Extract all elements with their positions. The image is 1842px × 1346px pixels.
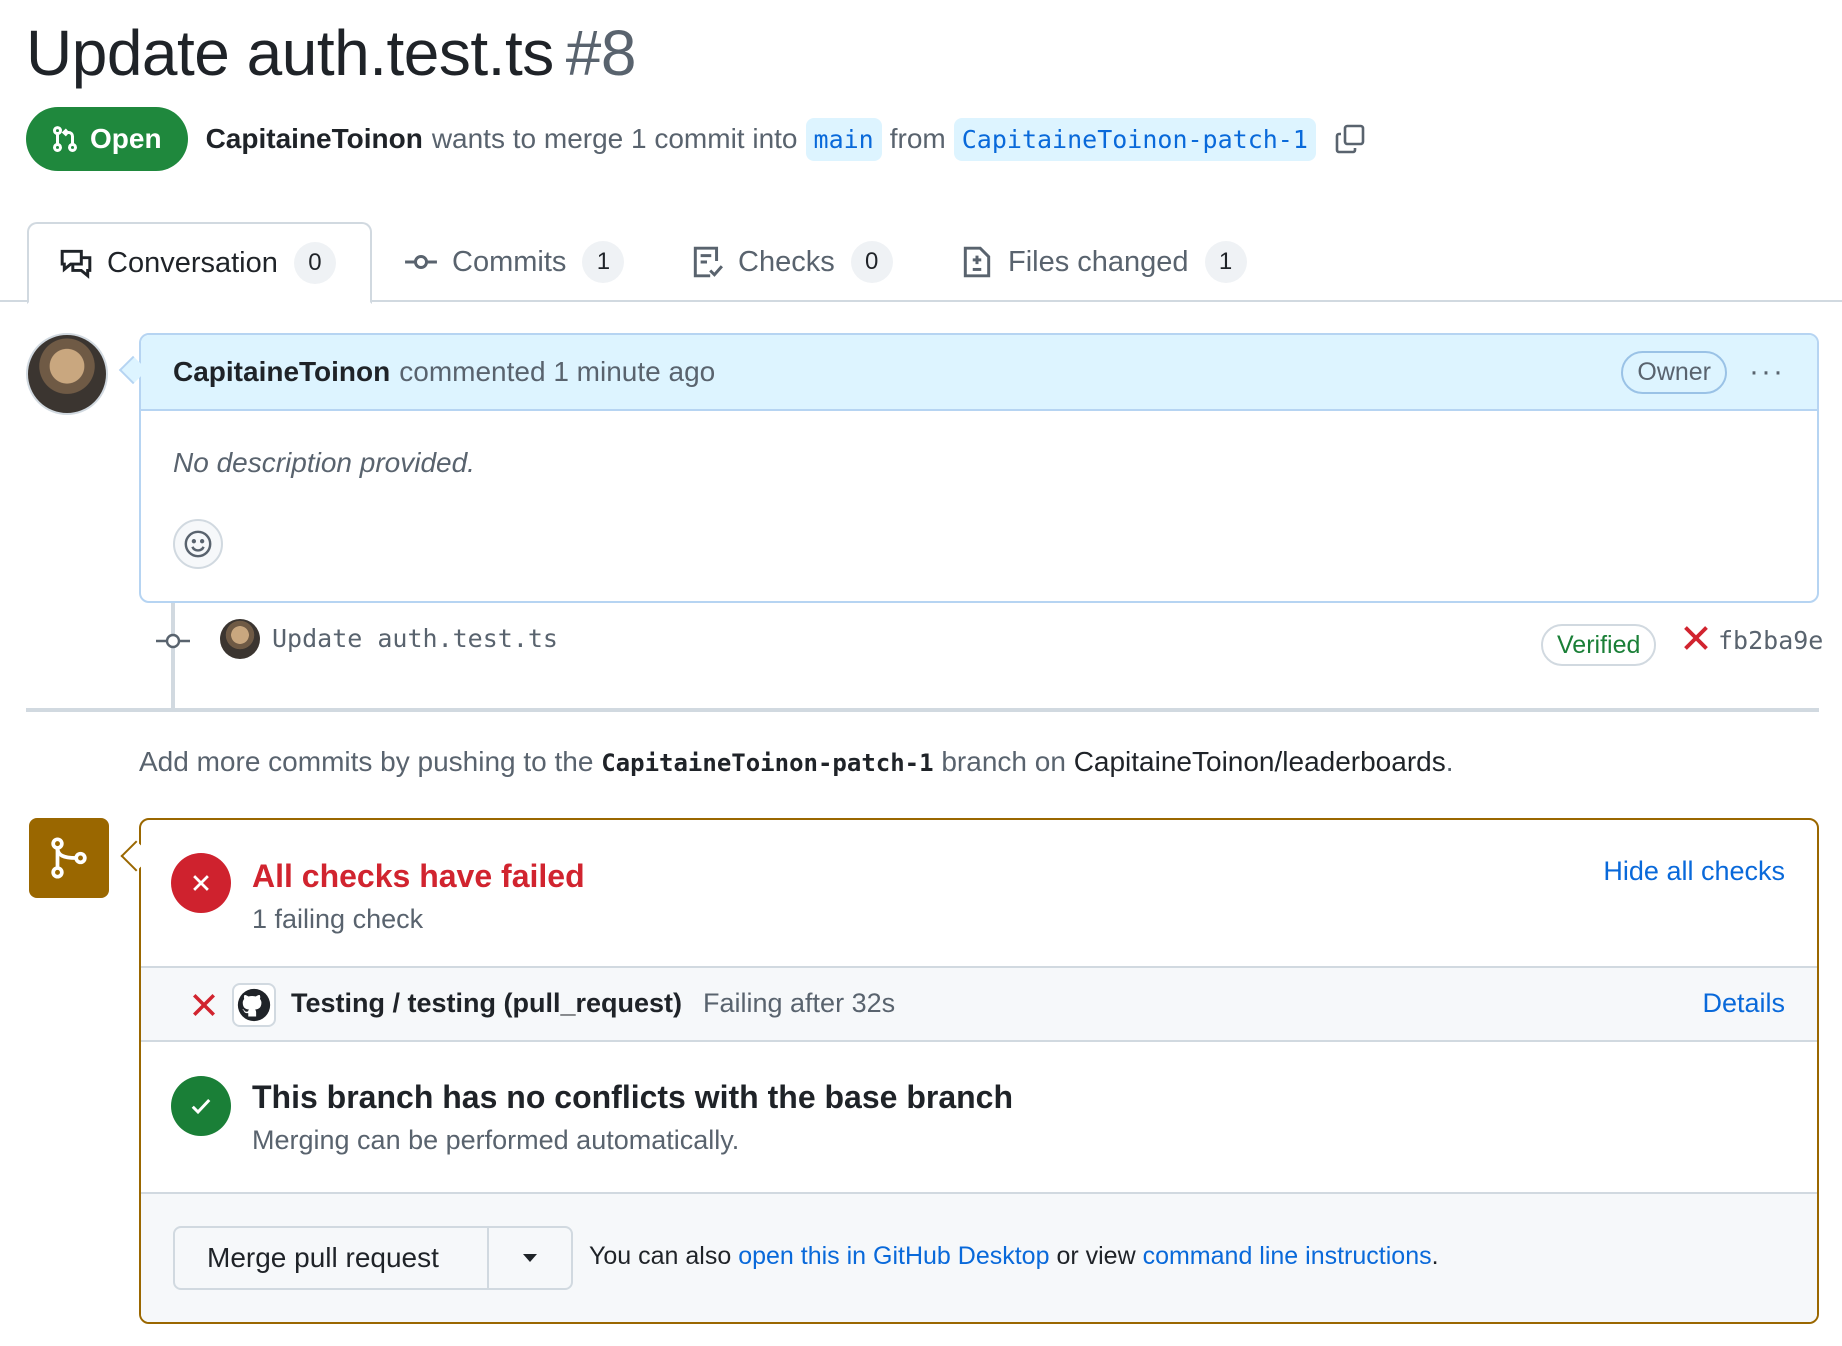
owner-badge: Owner	[1621, 350, 1728, 394]
pr-number: #8	[565, 17, 637, 89]
tab-label: Checks	[738, 245, 835, 278]
commit-sha-link[interactable]: fb2ba9e	[1718, 626, 1823, 655]
from-text: from	[889, 123, 946, 154]
or-view-text: or view	[1056, 1242, 1136, 1270]
github-desktop-link[interactable]: open this in GitHub Desktop	[738, 1242, 1049, 1270]
merge-actions: Merge pull request You can also open thi…	[141, 1192, 1817, 1322]
copy-icon[interactable]	[1332, 121, 1368, 157]
smiley-icon	[184, 530, 212, 558]
tab-count: 0	[850, 241, 893, 283]
tab-count: 1	[582, 241, 625, 283]
merge-options-dropdown[interactable]	[489, 1228, 571, 1288]
comment-body: No description provided.	[173, 447, 475, 478]
timeline-line	[171, 603, 175, 708]
hide-all-checks-link[interactable]: Hide all checks	[1603, 856, 1785, 887]
tab-label: Files changed	[1008, 245, 1189, 278]
conflicts-title: This branch has no conflicts with the ba…	[252, 1079, 1014, 1115]
checks-summary: All checks have failed 1 failing check H…	[141, 820, 1817, 968]
merge-pull-request-button[interactable]: Merge pull request	[175, 1228, 489, 1288]
merge-box: All checks have failed 1 failing check H…	[139, 818, 1819, 1324]
pull-request-page: Update auth.test.ts #8 Open CapitaineToin…	[0, 0, 1842, 1346]
merge-alt-text: You can also open this in GitHub Desktop…	[589, 1242, 1439, 1271]
checks-subtitle: 1 failing check	[252, 904, 424, 934]
state-badge: Open	[26, 107, 188, 171]
tab-count: 0	[293, 242, 336, 284]
git-pull-request-icon	[53, 126, 77, 152]
git-commit-icon	[156, 633, 190, 649]
tab-checks[interactable]: Checks 0	[690, 222, 893, 302]
comment-author-link[interactable]: CapitaineToinon	[173, 356, 390, 388]
checklist-icon	[693, 246, 723, 278]
avatar[interactable]	[26, 333, 108, 415]
github-logo-icon	[232, 983, 276, 1027]
conflicts-subtitle: Merging can be performed automatically.	[252, 1125, 740, 1155]
tab-label: Conversation	[107, 246, 278, 279]
comment-discussion-icon	[60, 249, 92, 279]
tab-files-changed[interactable]: Files changed 1	[960, 222, 1247, 302]
file-diff-icon	[963, 246, 991, 278]
tab-conversation[interactable]: Conversation 0	[27, 222, 372, 304]
check-status: Failing after 32s	[703, 988, 896, 1018]
commit-avatar[interactable]	[220, 619, 260, 659]
pr-meta: Open CapitaineToinon wants to merge 1 co…	[26, 107, 1368, 171]
also-text: You can also	[589, 1242, 732, 1270]
triangle-down-icon	[523, 1254, 537, 1262]
tab-commits[interactable]: Commits 1	[404, 222, 625, 302]
x-circle-icon	[171, 853, 231, 913]
merge-text: wants to merge 1 commit into	[431, 123, 798, 154]
git-merge-icon	[29, 818, 109, 898]
check-circle-icon	[171, 1076, 231, 1136]
tab-label: Commits	[452, 245, 567, 278]
check-name: Testing / testing (pull_request)	[291, 988, 683, 1018]
merge-button-group: Merge pull request	[173, 1226, 573, 1290]
comment-timestamp[interactable]: commented 1 minute ago	[399, 356, 715, 388]
add-reaction-button[interactable]	[173, 519, 223, 569]
push-hint-suffix: .	[1445, 746, 1454, 777]
check-row: Testing / testing (pull_request) Failing…	[141, 968, 1817, 1042]
pr-tabs: Conversation 0 Commits 1 Checks 0 Files …	[0, 222, 1842, 304]
comment-box: CapitaineToinon commented 1 minute ago O…	[139, 333, 1819, 603]
base-branch-link[interactable]: main	[805, 117, 882, 161]
head-branch-link[interactable]: CapitaineToinon-patch-1	[953, 117, 1316, 161]
tab-count: 1	[1204, 241, 1247, 283]
verified-badge[interactable]: Verified	[1541, 624, 1657, 666]
merge-info: CapitaineToinon wants to merge 1 commit …	[206, 117, 1368, 161]
push-hint-branch: CapitaineToinon-patch-1	[601, 749, 934, 777]
git-commit-icon	[405, 254, 437, 270]
push-hint-prefix: Add more commits by pushing to the	[139, 746, 594, 777]
commit-message-link[interactable]: Update auth.test.ts	[272, 624, 558, 653]
x-icon	[192, 993, 216, 1017]
checks-title: All checks have failed	[252, 858, 585, 894]
details-link[interactable]: Details	[1702, 988, 1785, 1019]
pr-title-text: Update auth.test.ts	[26, 17, 554, 89]
command-line-instructions-link[interactable]: command line instructions	[1143, 1242, 1432, 1270]
end-text: .	[1431, 1242, 1439, 1270]
kebab-menu-icon[interactable]: ···	[1749, 357, 1785, 387]
x-icon[interactable]	[1682, 624, 1710, 652]
push-hint-middle: branch on	[941, 746, 1066, 777]
pr-author-link[interactable]: CapitaineToinon	[206, 123, 423, 155]
push-hint-repo-link[interactable]: CapitaineToinon/leaderboards	[1074, 746, 1446, 777]
timeline-divider	[26, 708, 1819, 712]
state-label: Open	[90, 123, 162, 154]
page-title: Update auth.test.ts #8	[26, 16, 636, 90]
push-hint: Add more commits by pushing to the Capit…	[139, 746, 1454, 778]
comment-header: CapitaineToinon commented 1 minute ago O…	[141, 335, 1817, 411]
